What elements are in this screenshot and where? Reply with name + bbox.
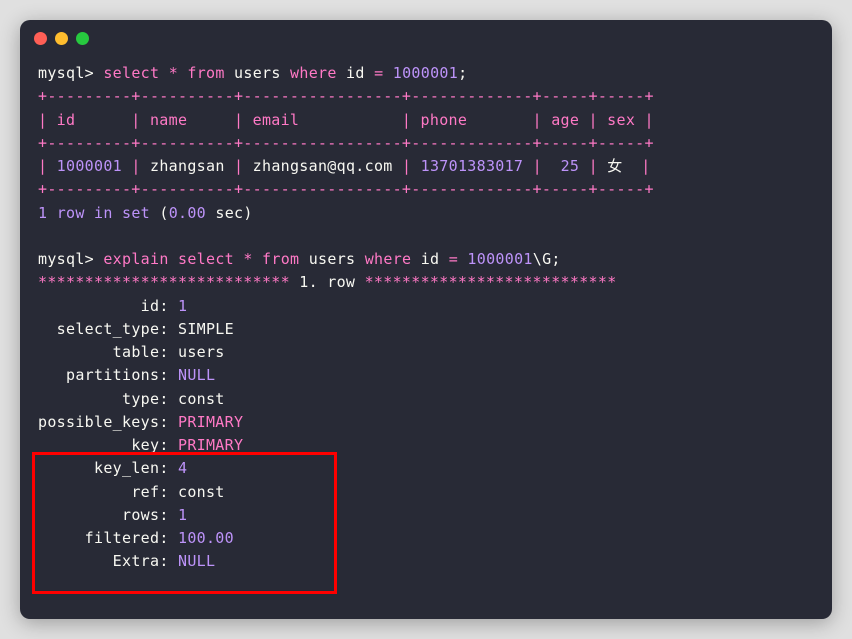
where-kw-2: where: [365, 250, 412, 268]
table-header: | id | name | email | phone | age | sex …: [38, 109, 814, 132]
select-kw: select: [103, 64, 159, 82]
stars-left: ***************************: [38, 273, 290, 291]
cell-id: 1000001: [57, 157, 122, 175]
explain-key: key: PRIMARY: [38, 434, 814, 457]
row-in-set: row in set: [57, 204, 150, 222]
query-line-1: mysql> select * from users where id = 10…: [38, 62, 814, 85]
val-1000001: 1000001: [393, 64, 458, 82]
terminal-window: mysql> select * from users where id = 10…: [20, 20, 832, 619]
cell-sex: 女: [607, 157, 622, 175]
explain-select-type-val: SIMPLE: [178, 320, 234, 338]
explain-key-len: key_len: 4: [38, 457, 814, 480]
explain-kw: explain: [103, 250, 168, 268]
table-border-top: +---------+----------+-----------------+…: [38, 85, 814, 108]
explain-partitions-val: NULL: [178, 366, 215, 384]
from-kw: from: [187, 64, 224, 82]
semicolon-2: ;: [551, 250, 560, 268]
col-id-2: id: [421, 250, 440, 268]
explain-ref-val: const: [178, 483, 225, 501]
g-suffix: \G: [533, 250, 552, 268]
title-bar: [20, 20, 832, 56]
explain-id-val: 1: [178, 297, 187, 315]
cell-email: zhangsan@qq.com: [253, 157, 393, 175]
stars-right: ***************************: [365, 273, 617, 291]
explain-filtered: filtered: 100.00: [38, 527, 814, 550]
terminal-content: mysql> select * from users where id = 10…: [20, 56, 832, 580]
table-border-bot: +---------+----------+-----------------+…: [38, 178, 814, 201]
explain-key-val: PRIMARY: [178, 436, 243, 454]
col-id: id: [346, 64, 365, 82]
explain-extra: Extra: NULL: [38, 550, 814, 573]
maximize-icon[interactable]: [76, 32, 89, 45]
blank-line: [38, 225, 814, 248]
semicolon: ;: [458, 64, 467, 82]
table-row: | 1000001 | zhangsan | zhangsan@qq.com |…: [38, 155, 814, 178]
mysql-prompt: mysql>: [38, 64, 94, 82]
explain-table: table: users: [38, 341, 814, 364]
row-label: 1. row: [290, 273, 365, 291]
explain-filtered-val: 100.00: [178, 529, 234, 547]
table-name: users: [234, 64, 281, 82]
explain-rows-val: 1: [178, 506, 187, 524]
explain-rows: rows: 1: [38, 504, 814, 527]
explain-extra-val: NULL: [178, 552, 215, 570]
table-name-2: users: [309, 250, 356, 268]
explain-partitions: partitions: NULL: [38, 364, 814, 387]
explain-type-val: const: [178, 390, 225, 408]
cell-age: 25: [561, 157, 580, 175]
from-kw-2: from: [262, 250, 299, 268]
exec-time: 0.00: [169, 204, 206, 222]
explain-ref: ref: const: [38, 481, 814, 504]
table-border-mid: +---------+----------+-----------------+…: [38, 132, 814, 155]
row-marker: *************************** 1. row *****…: [38, 271, 814, 294]
minimize-icon[interactable]: [55, 32, 68, 45]
sec-label: sec: [215, 204, 243, 222]
row-count: 1: [38, 204, 47, 222]
eq-2: =: [449, 250, 458, 268]
explain-key-len-val: 4: [178, 459, 187, 477]
explain-table-val: users: [178, 343, 225, 361]
explain-possible-keys-val: PRIMARY: [178, 413, 243, 431]
explain-type: type: const: [38, 388, 814, 411]
explain-possible-keys: possible_keys: PRIMARY: [38, 411, 814, 434]
mysql-prompt-2: mysql>: [38, 250, 94, 268]
where-kw: where: [290, 64, 337, 82]
result-line: 1 row in set (0.00 sec): [38, 202, 814, 225]
star: *: [169, 64, 178, 82]
close-icon[interactable]: [34, 32, 47, 45]
eq: =: [374, 64, 383, 82]
explain-id: id: 1: [38, 295, 814, 318]
cell-name: zhangsan: [150, 157, 225, 175]
explain-select-type: select_type: SIMPLE: [38, 318, 814, 341]
val-2: 1000001: [467, 250, 532, 268]
query-line-2: mysql> explain select * from users where…: [38, 248, 814, 271]
cell-phone: 13701383017: [421, 157, 524, 175]
star-2: *: [243, 250, 252, 268]
select-kw-2: select: [178, 250, 234, 268]
